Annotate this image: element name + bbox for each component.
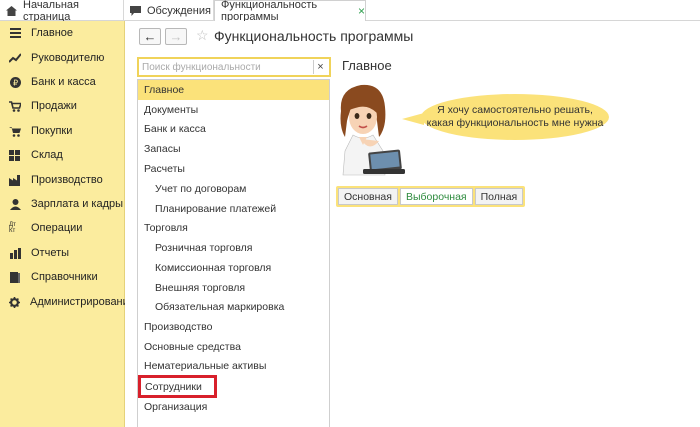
sidebar-item-label: Операции (31, 222, 83, 234)
sidebar-item-label: Главное (31, 27, 74, 39)
list-item[interactable]: Внешняя торговля (138, 278, 329, 298)
sidebar-item-label: Отчеты (31, 247, 70, 259)
sidebar-item-sales[interactable]: Продажи (0, 96, 125, 116)
operations-icon: Дт Кт (9, 222, 16, 234)
chat-icon (130, 5, 141, 16)
speech-bubble-line1: Я хочу самостоятельно решать, (437, 104, 593, 116)
sidebar-item-label: Производство (31, 174, 103, 186)
sidebar-item-label: Администрирование (30, 296, 135, 308)
trend-icon (9, 52, 21, 64)
sidebar-item-references[interactable]: Справочники (0, 267, 125, 287)
list-item[interactable]: Документы (138, 100, 329, 120)
list-item[interactable]: Основные средства (138, 337, 329, 357)
cart-icon (9, 100, 21, 112)
page-title: Функциональность программы (214, 28, 414, 44)
bar-chart-icon (9, 247, 21, 259)
list-item[interactable]: Розничная торговля (138, 238, 329, 258)
speech-bubble: Я хочу самостоятельно решать, какая функ… (421, 94, 609, 140)
arrow-left-icon: ← (143, 29, 157, 44)
mode-selective-button[interactable]: Выборочная (399, 188, 473, 205)
sidebar-item-label: Покупки (31, 125, 73, 137)
sidebar-item-label: Склад (31, 149, 63, 161)
list-item-highlighted[interactable]: Сотрудники (138, 375, 217, 398)
tab-functionality[interactable]: Функциональность программы × (214, 0, 366, 23)
list-item[interactable]: Обязательная маркировка (138, 297, 329, 317)
sidebar-item-warehouse[interactable]: Склад (0, 145, 125, 165)
sidebar-item-label: Банк и касса (31, 76, 96, 88)
mode-selector: Основная Выборочная Полная (336, 186, 526, 207)
sidebar-item-label: Зарплата и кадры (31, 198, 124, 210)
tab-bar: Начальная страница Обсуждения Функционал… (0, 0, 700, 23)
search-box[interactable]: Поиск функциональности × (137, 57, 331, 77)
sidebar-item-label: Руководителю (31, 52, 105, 64)
sidebar: Главное Руководителю ₽ Банк и касса Прод… (0, 21, 135, 427)
svg-text:₽: ₽ (12, 78, 17, 87)
main-panel: ← → ☆ Функциональность программы Поиск ф… (125, 21, 700, 427)
home-icon (6, 5, 17, 16)
section-title: Главное (342, 58, 392, 73)
warehouse-icon (9, 149, 21, 161)
arrow-right-icon: → (169, 29, 183, 44)
person-icon (9, 198, 21, 210)
list-item[interactable]: Нематериальные активы (138, 356, 329, 376)
list-item[interactable]: Учет по договорам (138, 179, 329, 199)
tab-home[interactable]: Начальная страница (0, 0, 124, 23)
tab-functionality-label: Функциональность программы (221, 0, 318, 23)
sidebar-item-manager[interactable]: Руководителю (0, 48, 125, 68)
list-item[interactable]: Торговля (138, 218, 329, 238)
tab-home-label: Начальная страница (23, 0, 79, 23)
sidebar-item-purchases[interactable]: Покупки (0, 121, 125, 141)
sidebar-item-operations[interactable]: Дт Кт Операции (0, 218, 125, 238)
sidebar-item-reports[interactable]: Отчеты (0, 243, 125, 263)
speech-bubble-line2: какая функциональность мне нужна (426, 117, 604, 129)
purchase-cart-icon (9, 125, 21, 137)
functionality-list: Главное Документы Банк и касса Запасы Ра… (137, 79, 330, 427)
list-item[interactable]: Расчеты (138, 159, 329, 179)
forward-button[interactable]: → (165, 28, 187, 45)
factory-icon (9, 174, 21, 186)
sidebar-item-label: Продажи (31, 100, 77, 112)
mode-full-button[interactable]: Полная (474, 188, 524, 205)
list-item[interactable]: Банк и касса (138, 119, 329, 139)
clear-icon[interactable]: × (313, 60, 327, 74)
sidebar-item-main[interactable]: Главное (0, 23, 125, 43)
assistant-character-image (340, 84, 405, 176)
sidebar-item-salary[interactable]: Зарплата и кадры (0, 194, 125, 214)
list-item[interactable]: Производство (138, 317, 329, 337)
close-icon[interactable]: × (358, 4, 365, 18)
mode-basic-button[interactable]: Основная (338, 188, 398, 205)
sidebar-item-label: Справочники (31, 271, 98, 283)
tab-discussions-label: Обсуждения (147, 4, 211, 17)
book-icon (9, 271, 21, 283)
list-item[interactable]: Запасы (138, 139, 329, 159)
menu-icon (9, 27, 21, 39)
list-item[interactable]: Главное (138, 80, 329, 100)
star-icon[interactable]: ☆ (196, 27, 209, 44)
gear-icon (9, 296, 20, 308)
search-input[interactable]: Поиск функциональности (139, 62, 313, 73)
sidebar-item-bank[interactable]: ₽ Банк и касса (0, 72, 125, 92)
bank-icon: ₽ (9, 76, 21, 88)
sidebar-item-admin[interactable]: Администрирование (0, 292, 135, 312)
list-item[interactable]: Комиссионная торговля (138, 258, 329, 278)
sidebar-item-production[interactable]: Производство (0, 170, 125, 190)
list-item[interactable]: Планирование платежей (138, 199, 329, 219)
tab-discussions[interactable]: Обсуждения (124, 0, 214, 21)
back-button[interactable]: ← (139, 28, 161, 45)
list-item[interactable]: Организация (138, 397, 329, 417)
